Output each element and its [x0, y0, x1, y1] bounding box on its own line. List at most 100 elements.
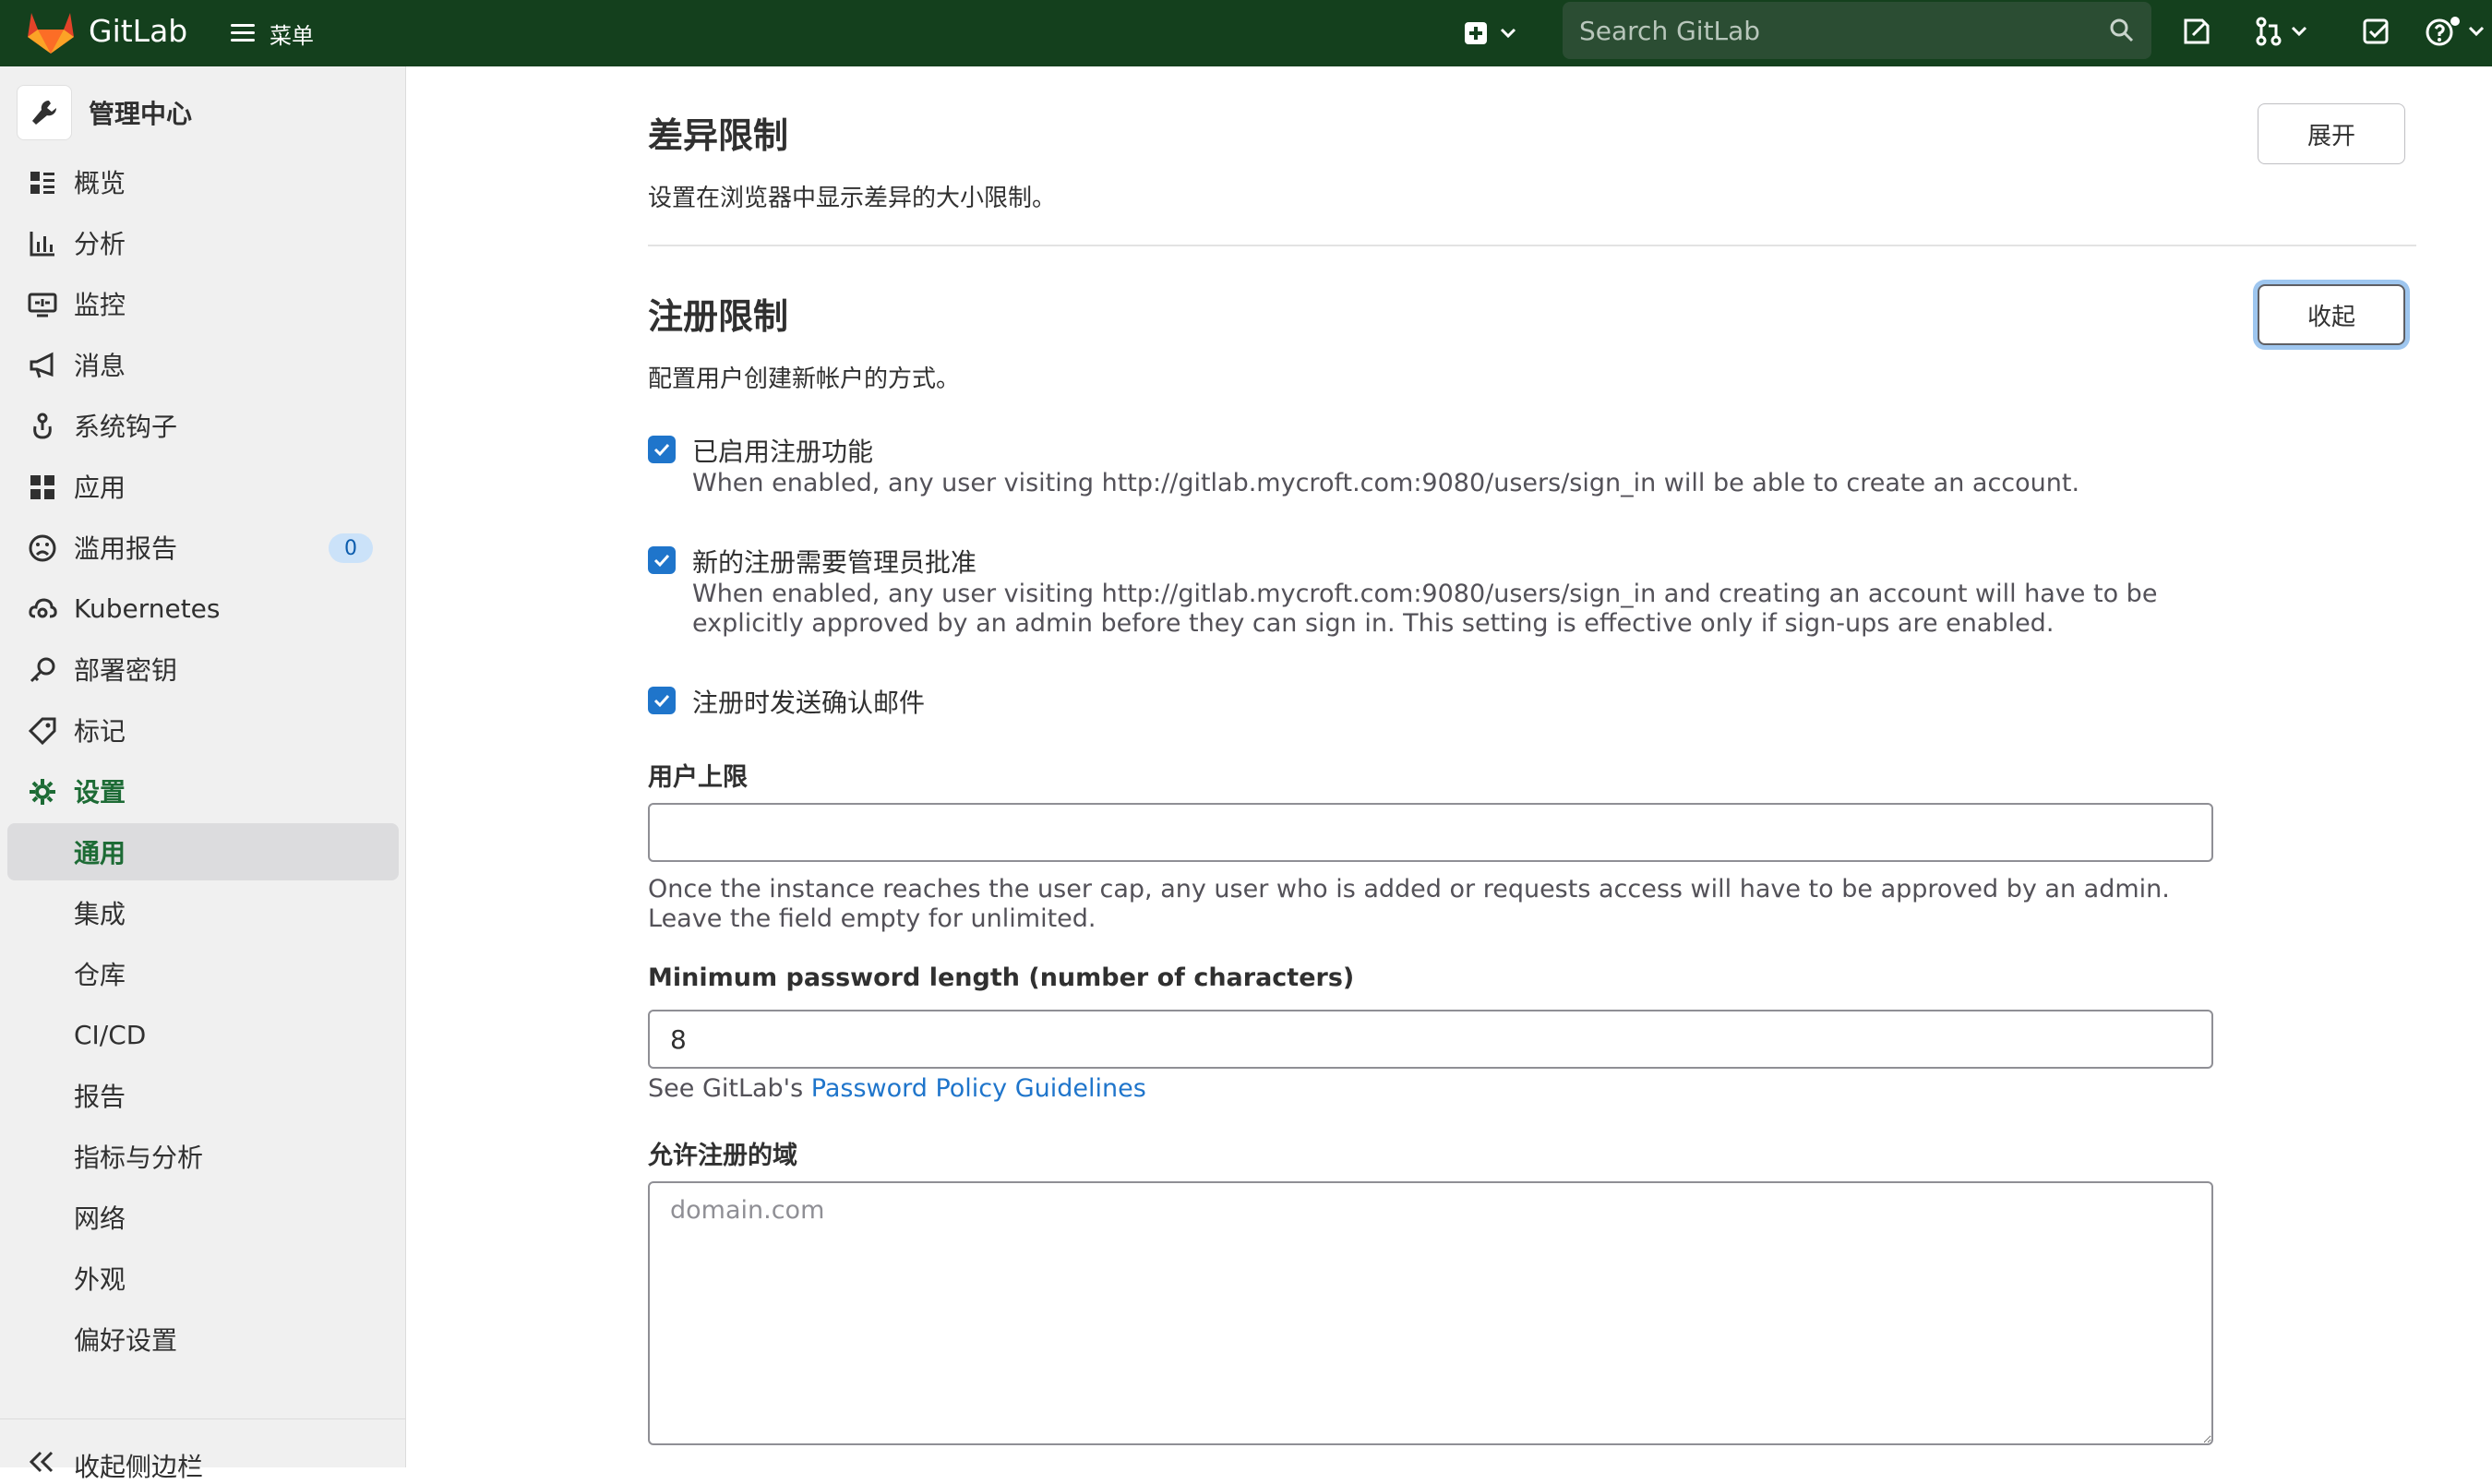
sidebar-subitem-general[interactable]: 通用	[7, 823, 399, 880]
sidebar-item-kubernetes[interactable]: Kubernetes	[7, 580, 399, 637]
sidebar-item-monitoring[interactable]: 监控	[7, 275, 399, 332]
sidebar-subitem-reporting[interactable]: 报告	[7, 1067, 399, 1124]
min-password-label: Minimum password length (number of chara…	[648, 963, 1355, 992]
top-navbar: GitLab 菜单	[0, 0, 2492, 66]
allowed-domains-textarea[interactable]	[648, 1181, 2213, 1445]
sidebar-subitem-label: CI/CD	[74, 1019, 147, 1050]
sidebar-item-deploy-keys[interactable]: 部署密钥	[7, 640, 399, 698]
admin-approval-checkbox[interactable]	[648, 546, 676, 574]
signup-enabled-checkbox[interactable]	[648, 436, 676, 463]
overview-icon	[30, 172, 54, 194]
sidebar-item-label: 标记	[74, 716, 126, 747]
sidebar-subitem-label: 报告	[74, 1082, 126, 1112]
hamburger-icon	[231, 23, 257, 43]
todos-button[interactable]	[2361, 13, 2390, 50]
min-password-help-prefix: See GitLab's	[648, 1074, 811, 1103]
sidebar-subitem-appearance[interactable]: 外观	[7, 1250, 399, 1307]
megaphone-icon	[30, 352, 54, 378]
checkmark-icon	[653, 443, 670, 457]
main-menu-button[interactable]: 菜单	[231, 15, 314, 52]
allowed-domains-label: 允许注册的域	[648, 1142, 797, 1170]
abuse-reports-count-badge: 0	[329, 533, 373, 563]
sidebar-subitem-label: 仓库	[74, 960, 126, 990]
sidebar-item-system-hooks[interactable]: 系统钩子	[7, 397, 399, 454]
sidebar-item-labels[interactable]: 标记	[7, 701, 399, 759]
checkmark-icon	[653, 554, 670, 568]
new-dropdown-button[interactable]	[1463, 17, 1516, 50]
monitor-icon	[28, 293, 57, 317]
gear-icon	[30, 779, 55, 805]
sidebar-item-settings[interactable]: 设置	[7, 762, 399, 820]
signup-restrictions-title: 注册限制	[648, 296, 789, 337]
checkbox-help-text: When enabled, any user visiting http://g…	[692, 580, 2158, 638]
merge-request-icon	[2256, 17, 2282, 46]
merge-requests-button[interactable]	[2254, 13, 2307, 50]
sidebar-subitem-preferences[interactable]: 偏好设置	[7, 1310, 399, 1368]
chevron-down-icon	[1500, 28, 1516, 39]
user-cap-label: 用户上限	[648, 763, 748, 792]
todo-check-icon	[2363, 18, 2389, 44]
expand-button[interactable]: 展开	[2258, 103, 2405, 164]
collapse-button[interactable]: 收起	[2258, 284, 2405, 345]
password-policy-link[interactable]: Password Policy Guidelines	[811, 1074, 1146, 1103]
sidebar-item-label: Kubernetes	[74, 592, 221, 624]
collapse-sidebar-button[interactable]: 收起侧边栏	[0, 1418, 406, 1482]
sidebar-header-admin[interactable]: 管理中心	[17, 85, 192, 140]
sidebar-item-analytics[interactable]: 分析	[7, 214, 399, 271]
sidebar-item-overview[interactable]: 概览	[7, 153, 399, 210]
gitlab-logo-icon[interactable]	[26, 9, 76, 55]
min-password-input[interactable]	[648, 1010, 2213, 1069]
sidebar-subitem-cicd[interactable]: CI/CD	[7, 1006, 399, 1063]
double-chevron-left-icon	[29, 1451, 54, 1473]
sidebar: 管理中心 概览 分析 监控 消息 系统钩子 应用 滥用报告 0 Kubernet…	[0, 66, 406, 1482]
diff-limits-description: 设置在浏览器中显示差异的大小限制。	[648, 185, 1057, 212]
chart-icon	[30, 232, 54, 257]
cloud-gear-icon	[29, 598, 57, 618]
sidebar-subitem-label: 偏好设置	[74, 1325, 178, 1356]
main-content: 差异限制 设置在浏览器中显示差异的大小限制。 展开 注册限制 配置用户创建新帐户…	[406, 66, 2492, 1467]
sidebar-subitem-metrics[interactable]: 指标与分析	[7, 1128, 399, 1185]
search-icon	[2110, 18, 2134, 42]
sidebar-item-label: 消息	[74, 351, 126, 381]
sidebar-item-label: 分析	[74, 229, 126, 259]
user-cap-help: Once the instance reaches the user cap, …	[648, 875, 2170, 933]
wrench-icon	[17, 85, 72, 140]
collapse-sidebar-label: 收起侧边栏	[74, 1452, 204, 1482]
checkbox-label[interactable]: 注册时发送确认邮件	[692, 683, 925, 720]
sidebar-item-applications[interactable]: 应用	[7, 458, 399, 515]
user-cap-input[interactable]	[648, 803, 2213, 862]
sidebar-item-label: 滥用报告	[74, 533, 178, 564]
sidebar-item-label: 监控	[74, 290, 126, 320]
brand-name[interactable]: GitLab	[89, 13, 187, 49]
confirmation-email-checkbox[interactable]	[648, 687, 676, 714]
chevron-down-icon	[2468, 26, 2485, 37]
search-box[interactable]	[1563, 2, 2151, 59]
checkbox-label[interactable]: 新的注册需要管理员批准	[692, 543, 976, 580]
sidebar-item-abuse-reports[interactable]: 滥用报告 0	[7, 519, 399, 576]
sidebar-subitem-label: 外观	[74, 1264, 126, 1295]
sidebar-subitem-network[interactable]: 网络	[7, 1189, 399, 1246]
sidebar-subitem-label: 集成	[74, 899, 126, 929]
help-button[interactable]	[2426, 13, 2485, 50]
plus-square-icon	[1465, 22, 1487, 44]
sidebar-item-label: 系统钩子	[74, 412, 178, 442]
tag-icon	[28, 717, 56, 746]
checkbox-label[interactable]: 已启用注册功能	[692, 432, 873, 469]
checkbox-help-text: When enabled, any user visiting http://g…	[692, 469, 2080, 497]
menu-label: 菜单	[270, 22, 314, 49]
sidebar-subitem-label: 指标与分析	[74, 1143, 204, 1173]
sidebar-subitem-integrations[interactable]: 集成	[7, 884, 399, 941]
sidebar-subitem-label: 网络	[74, 1203, 126, 1234]
sidebar-subitem-repository[interactable]: 仓库	[7, 945, 399, 1002]
diff-limits-title: 差异限制	[648, 115, 789, 156]
sidebar-item-label: 概览	[74, 168, 126, 198]
chevron-down-icon	[2291, 26, 2307, 37]
issues-button[interactable]	[2182, 13, 2211, 50]
key-icon	[30, 657, 55, 683]
sidebar-subitem-label: 通用	[74, 838, 126, 868]
issues-icon	[2184, 18, 2210, 44]
sidebar-item-label: 部署密钥	[74, 655, 178, 686]
sidebar-item-messages[interactable]: 消息	[7, 336, 399, 393]
search-input[interactable]	[1563, 14, 2079, 47]
section-divider	[648, 245, 2416, 246]
